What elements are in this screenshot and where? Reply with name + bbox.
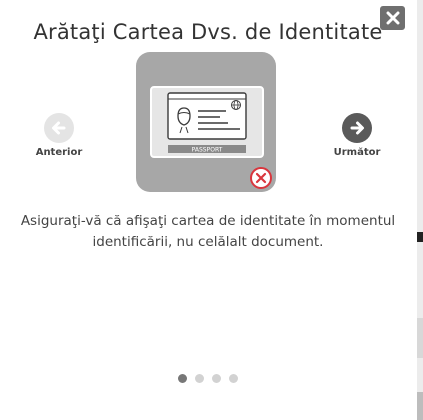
error-x-icon <box>250 167 272 189</box>
pagination-dot-4[interactable] <box>229 374 238 383</box>
instruction-text: Asiguraţi-vă că afişaţi cartea de identi… <box>20 213 396 250</box>
passport-label: PASSPORT <box>192 147 223 154</box>
background-page-edge-mid <box>417 318 423 358</box>
pagination-dot-1[interactable] <box>178 374 187 383</box>
background-page-edge <box>417 0 423 420</box>
modal-title: Arătaţi Cartea Dvs. de Identitate <box>33 20 383 44</box>
next-label: Următor <box>333 147 381 158</box>
pagination-dot-2[interactable] <box>195 374 204 383</box>
prev-label: Anterior <box>35 147 83 158</box>
pagination-dots <box>0 374 416 383</box>
arrow-right-icon <box>342 113 372 143</box>
pagination-dot-3[interactable] <box>212 374 221 383</box>
background-page-edge-bottom <box>417 392 423 420</box>
arrow-left-icon <box>44 113 74 143</box>
next-button[interactable]: Următor <box>327 113 387 158</box>
background-page-edge-dark <box>417 232 423 242</box>
prev-button[interactable]: Anterior <box>29 113 89 158</box>
